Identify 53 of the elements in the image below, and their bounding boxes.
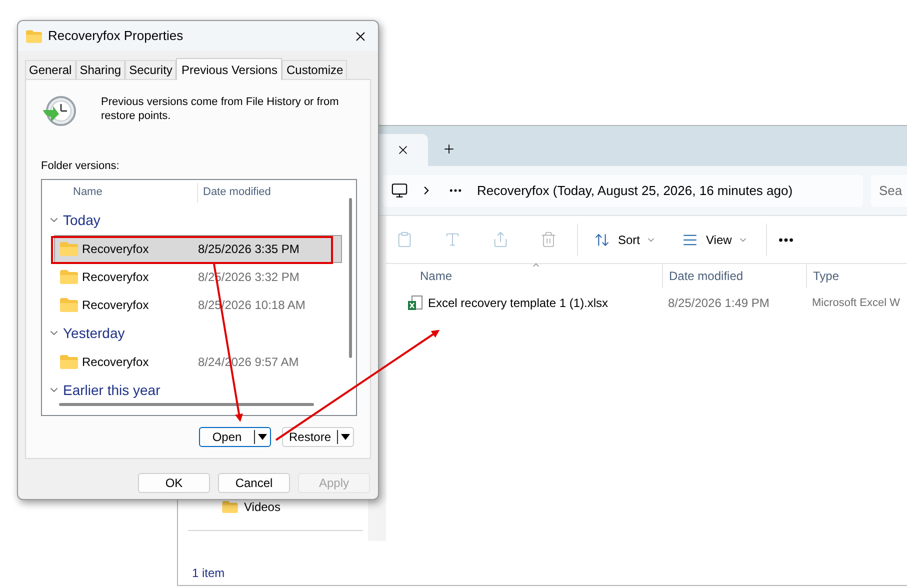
file-type: Microsoft Excel W bbox=[812, 296, 900, 311]
version-name: Recoveryfox bbox=[82, 296, 150, 314]
search-field[interactable]: Sea bbox=[871, 174, 907, 206]
version-name: Recoveryfox bbox=[82, 354, 150, 370]
column-header[interactable]: Type bbox=[807, 267, 840, 285]
folder-icon bbox=[222, 501, 238, 513]
horizontal-scrollbar[interactable] bbox=[59, 402, 314, 406]
dialog-button[interactable]: Cancel bbox=[218, 473, 290, 493]
folder-icon bbox=[60, 298, 78, 312]
version-name: Recoveryfox bbox=[82, 240, 150, 258]
group-header[interactable]: Yesterday bbox=[63, 322, 125, 344]
toolbar-button[interactable]: Sort bbox=[586, 224, 664, 256]
tab[interactable]: Previous Versions bbox=[176, 58, 282, 80]
dropdown-icon bbox=[258, 434, 267, 440]
spreadsheet-icon bbox=[407, 295, 423, 311]
version-date: 8/25/2026 3:35 PM bbox=[198, 240, 300, 258]
description-text: Previous versions come from File History or from restore points. bbox=[101, 95, 340, 124]
toolbar-button[interactable]: View bbox=[674, 224, 756, 256]
split-button[interactable]: Open bbox=[199, 426, 271, 446]
computer-icon bbox=[391, 182, 408, 199]
tab[interactable]: Sharing bbox=[76, 60, 126, 79]
dialog-button[interactable]: OK bbox=[138, 473, 210, 493]
list-label: Folder versions: bbox=[41, 159, 120, 174]
folder-icon bbox=[26, 30, 42, 42]
delete-icon[interactable] bbox=[540, 231, 557, 248]
close-icon[interactable] bbox=[396, 143, 410, 157]
group-header[interactable]: Today bbox=[63, 210, 100, 230]
version-name: Recoveryfox bbox=[82, 268, 150, 286]
column-header[interactable]: Name bbox=[386, 267, 662, 285]
nav-item[interactable]: Videos bbox=[244, 498, 280, 516]
vertical-scrollbar[interactable] bbox=[349, 198, 352, 358]
sort-icon bbox=[594, 232, 610, 248]
file-name: Excel recovery template 1 (1).xlsx bbox=[428, 295, 610, 312]
folder-icon bbox=[60, 242, 78, 256]
tab[interactable]: General bbox=[25, 60, 76, 79]
address-bar[interactable]: Recoveryfox (Today, August 25, 2026, 16 minutes ago) bbox=[383, 174, 863, 206]
tab[interactable]: Customize bbox=[282, 60, 348, 79]
column-header[interactable]: Name bbox=[42, 184, 197, 201]
window-title: Recoveryfox Properties bbox=[48, 27, 184, 46]
status-text: 1 item bbox=[192, 565, 225, 582]
dropdown-icon bbox=[341, 434, 350, 440]
new-tab-icon[interactable] bbox=[442, 142, 456, 156]
tab[interactable]: Security bbox=[125, 60, 176, 79]
column-header[interactable]: Date modified bbox=[198, 184, 271, 201]
file-row[interactable]: Excel recovery template 1 (1).xlsx 8/25/2026 1:49 PM Microsoft Excel W bbox=[386, 288, 907, 318]
folder-icon bbox=[60, 354, 78, 368]
file-date: 8/25/2026 1:49 PM bbox=[668, 295, 770, 312]
group-header[interactable]: Earlier this year bbox=[63, 380, 160, 400]
column-header[interactable]: Date modified bbox=[663, 267, 806, 285]
split-button[interactable]: Restore bbox=[282, 426, 354, 446]
folder-icon bbox=[60, 270, 78, 284]
version-row[interactable]: Recoveryfox 8/25/2026 3:35 PM bbox=[54, 234, 342, 262]
address-path: Recoveryfox (Today, August 25, 2026, 16 minutes ago) bbox=[477, 182, 793, 200]
